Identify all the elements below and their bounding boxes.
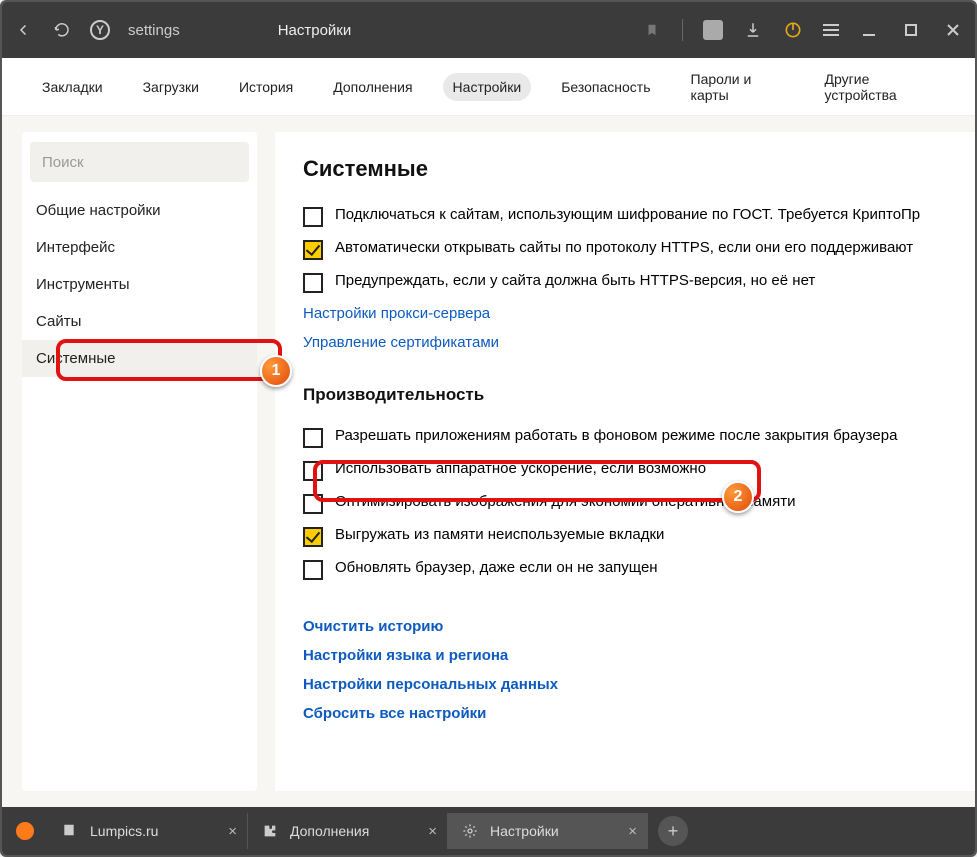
sidebar: Поиск Общие настройкиИнтерфейсИнструмент… xyxy=(22,132,257,791)
section-title-system: Системные xyxy=(303,156,947,182)
tab-close-icon[interactable]: × xyxy=(228,823,237,840)
settings-topnav: Закладки Загрузки История Дополнения Настрой… xyxy=(2,58,975,116)
sidebar-item-2[interactable]: Инструменты xyxy=(22,266,257,303)
system-opt-checkbox-0[interactable] xyxy=(303,207,323,227)
tab-icon-puzzle-icon xyxy=(262,823,278,839)
tab-close-icon[interactable]: × xyxy=(628,823,637,840)
nav-item-2[interactable]: История xyxy=(229,73,303,101)
bottom-tabbar: Lumpics.ru × Дополнения × Настройки × + xyxy=(2,807,975,855)
link-personal-data[interactable]: Настройки персональных данных xyxy=(303,670,947,699)
system-opt-label-0: Подключаться к сайтам, использующим шифр… xyxy=(335,206,920,223)
settings-main: Системные Подключаться к сайтам, использ… xyxy=(275,132,975,791)
tab-icon-gear-icon xyxy=(462,823,478,839)
bottom-tab-2[interactable]: Настройки × xyxy=(448,813,648,849)
nav-item-4[interactable]: Настройки xyxy=(443,73,532,101)
avatar[interactable] xyxy=(703,20,723,40)
minimize-icon[interactable] xyxy=(859,20,879,40)
perf-opt-row-3: Выгружать из памяти неиспользуемые вклад… xyxy=(303,520,947,553)
perf-opt-row-2: Оптимизировать изображения для экономии … xyxy=(303,487,947,520)
nav-item-0[interactable]: Закладки xyxy=(32,73,113,101)
perf-opt-label-4: Обновлять браузер, даже если он не запущ… xyxy=(335,559,658,576)
back-icon[interactable] xyxy=(14,20,34,40)
perf-opt-label-2: Оптимизировать изображения для экономии … xyxy=(335,493,795,510)
bottom-tab-label-2: Настройки xyxy=(490,823,559,839)
address-url[interactable]: settings xyxy=(128,22,180,39)
bottom-tab-0[interactable]: Lumpics.ru × xyxy=(48,813,248,849)
system-opt-label-2: Предупреждать, если у сайта должна быть … xyxy=(335,272,815,289)
sidebar-item-1[interactable]: Интерфейс xyxy=(22,229,257,266)
link-reset-all[interactable]: Сбросить все настройки xyxy=(303,699,947,728)
perf-opt-label-0: Разрешать приложениям работать в фоновом… xyxy=(335,427,897,444)
bottom-tab-label-0: Lumpics.ru xyxy=(90,823,158,839)
close-icon[interactable] xyxy=(943,20,963,40)
browser-window: Y settings Настройки Закладки Загрузки xyxy=(0,0,977,857)
download-icon[interactable] xyxy=(743,20,763,40)
nav-item-7[interactable]: Другие устройства xyxy=(815,65,945,109)
search-input[interactable]: Поиск xyxy=(30,142,249,182)
content-area: Поиск Общие настройкиИнтерфейсИнструмент… xyxy=(2,116,975,807)
new-tab-button[interactable]: + xyxy=(658,816,688,846)
maximize-icon[interactable] xyxy=(901,20,921,40)
sidebar-item-4[interactable]: Системные xyxy=(22,340,257,377)
system-opt-checkbox-1[interactable] xyxy=(303,240,323,260)
search-placeholder: Поиск xyxy=(42,154,84,171)
link-lang-region[interactable]: Настройки языка и региона xyxy=(303,641,947,670)
nav-item-1[interactable]: Загрузки xyxy=(133,73,209,101)
reload-icon[interactable] xyxy=(52,20,72,40)
titlebar: Y settings Настройки xyxy=(2,2,975,58)
shield-icon[interactable] xyxy=(783,20,803,40)
bottom-tab-1[interactable]: Дополнения × xyxy=(248,813,448,849)
perf-opt-checkbox-4[interactable] xyxy=(303,560,323,580)
system-opt-row-2: Предупреждать, если у сайта должна быть … xyxy=(303,266,947,299)
tab-icon-page-icon xyxy=(62,823,78,839)
sidebar-item-0[interactable]: Общие настройки xyxy=(22,192,257,229)
bookmark-icon[interactable] xyxy=(642,20,662,40)
yandex-logo-icon: Y xyxy=(90,20,110,40)
perf-opt-label-3: Выгружать из памяти неиспользуемые вклад… xyxy=(335,526,664,543)
perf-opt-row-1: Использовать аппаратное ускорение, если … xyxy=(303,454,947,487)
system-opt-checkbox-2[interactable] xyxy=(303,273,323,293)
link-certs[interactable]: Управление сертификатами xyxy=(303,328,947,357)
link-clear-history[interactable]: Очистить историю xyxy=(303,612,947,641)
nav-item-6[interactable]: Пароли и карты xyxy=(681,65,795,109)
perf-opt-checkbox-0[interactable] xyxy=(303,428,323,448)
perf-opt-checkbox-3[interactable] xyxy=(303,527,323,547)
perf-opt-row-4: Обновлять браузер, даже если он не запущ… xyxy=(303,553,947,586)
nav-item-5[interactable]: Безопасность xyxy=(551,73,660,101)
perf-opt-checkbox-1[interactable] xyxy=(303,461,323,481)
nav-item-3[interactable]: Дополнения xyxy=(323,73,422,101)
perf-opt-checkbox-2[interactable] xyxy=(303,494,323,514)
menu-icon[interactable] xyxy=(823,24,839,36)
tab-close-icon[interactable]: × xyxy=(428,823,437,840)
system-opt-label-1: Автоматически открывать сайты по протоко… xyxy=(335,239,913,256)
sidebar-item-3[interactable]: Сайты xyxy=(22,303,257,340)
bottom-tab-label-1: Дополнения xyxy=(290,823,369,839)
page-title: Настройки xyxy=(278,22,352,39)
divider xyxy=(682,19,683,41)
system-opt-row-1: Автоматически открывать сайты по протоко… xyxy=(303,233,947,266)
perf-opt-label-1: Использовать аппаратное ускорение, если … xyxy=(335,460,706,477)
home-dot-icon[interactable] xyxy=(16,822,34,840)
system-opt-row-0: Подключаться к сайтам, использующим шифр… xyxy=(303,200,947,233)
link-proxy[interactable]: Настройки прокси-сервера xyxy=(303,299,947,328)
perf-opt-row-0: Разрешать приложениям работать в фоновом… xyxy=(303,421,947,454)
section-title-performance: Производительность xyxy=(303,385,947,405)
